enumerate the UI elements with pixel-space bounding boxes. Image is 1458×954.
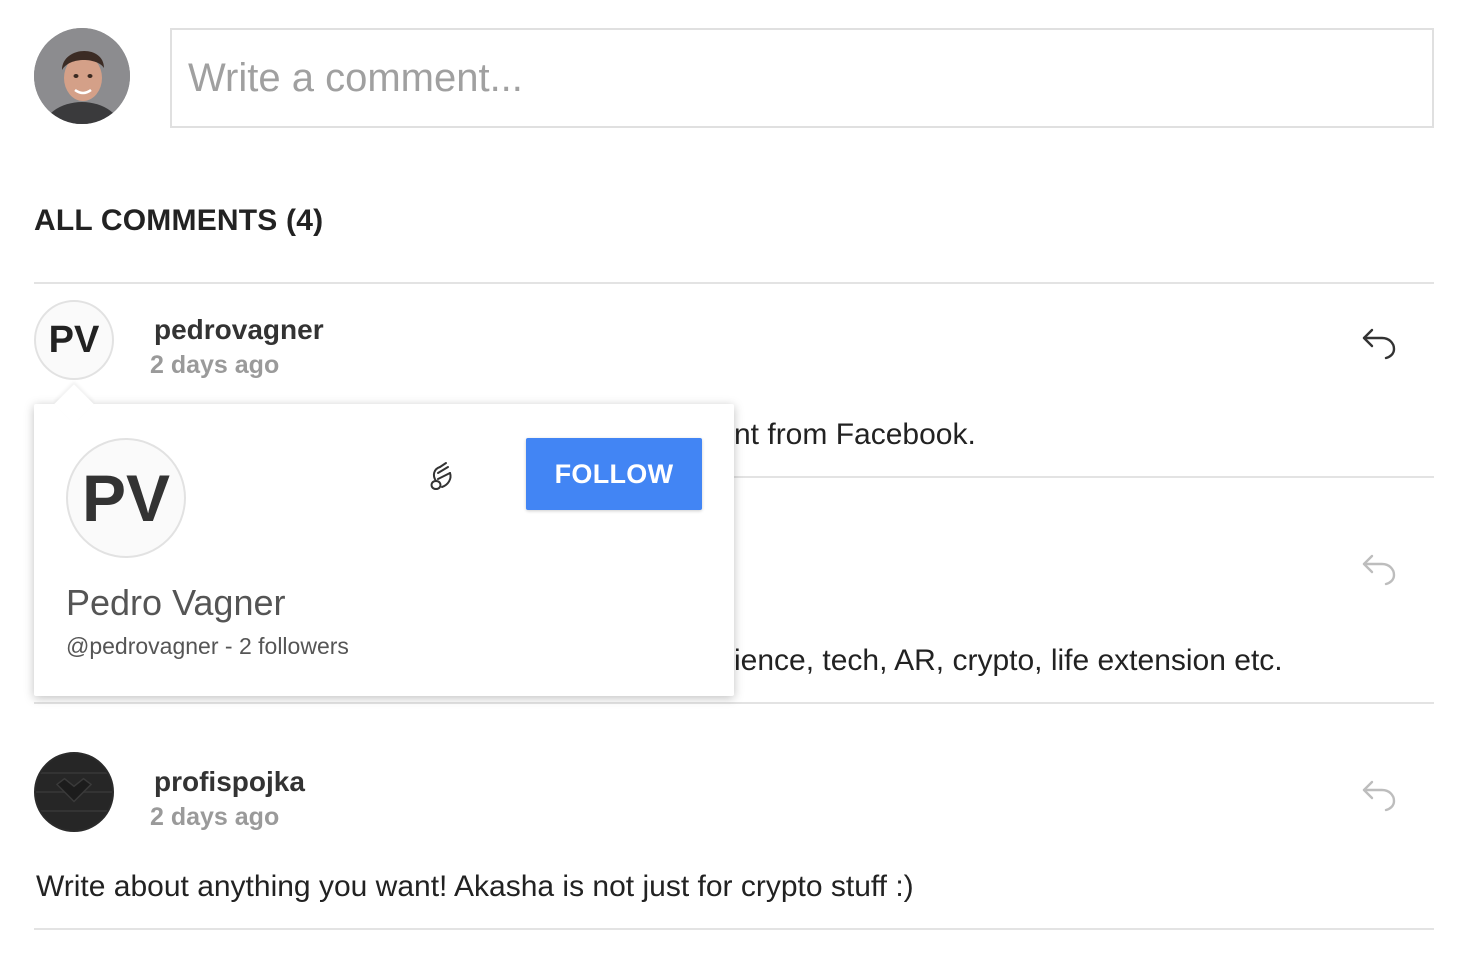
avatar-image bbox=[36, 754, 112, 830]
comment-author-avatar[interactable] bbox=[34, 752, 114, 832]
comments-section-title: ALL COMMENTS (4) bbox=[34, 204, 324, 237]
comment-author-name[interactable]: pedrovagner bbox=[154, 314, 324, 346]
comment-text: nt from Facebook. bbox=[734, 418, 976, 451]
comment-timestamp: 2 days ago bbox=[150, 803, 280, 831]
comment-item: profispojka 2 days ago Write about anyth… bbox=[34, 752, 1434, 928]
divider bbox=[34, 928, 1434, 930]
comment-input[interactable] bbox=[170, 28, 1434, 128]
reply-icon[interactable] bbox=[1360, 322, 1400, 362]
divider bbox=[34, 702, 1434, 704]
follow-button[interactable]: FOLLOW bbox=[526, 438, 702, 510]
profile-handle[interactable]: @pedrovagner bbox=[66, 633, 219, 659]
comment-author-name[interactable]: profispojka bbox=[154, 766, 305, 798]
profile-followers[interactable]: 2 followers bbox=[239, 633, 349, 659]
current-user-avatar[interactable] bbox=[34, 28, 130, 124]
comment-timestamp: 2 days ago bbox=[150, 351, 280, 379]
profile-card: PV FOLLOW Pedro Vagner @pedrovagner - 2 … bbox=[34, 384, 734, 696]
profile-meta: @pedrovagner - 2 followers bbox=[66, 633, 349, 660]
profile-avatar[interactable]: PV bbox=[66, 438, 186, 558]
user-photo bbox=[34, 28, 130, 124]
profile-name: Pedro Vagner bbox=[66, 582, 286, 623]
comment-author-avatar[interactable]: PV bbox=[34, 300, 114, 380]
comment-text: Write about anything you want! Akasha is… bbox=[36, 870, 914, 903]
reply-icon[interactable] bbox=[1360, 774, 1400, 814]
divider bbox=[34, 282, 1434, 284]
comment-text: ience, tech, AR, crypto, life extension … bbox=[734, 644, 1283, 677]
tip-icon[interactable] bbox=[422, 459, 464, 501]
reply-icon[interactable] bbox=[1360, 548, 1400, 588]
profile-meta-separator: - bbox=[224, 633, 233, 659]
